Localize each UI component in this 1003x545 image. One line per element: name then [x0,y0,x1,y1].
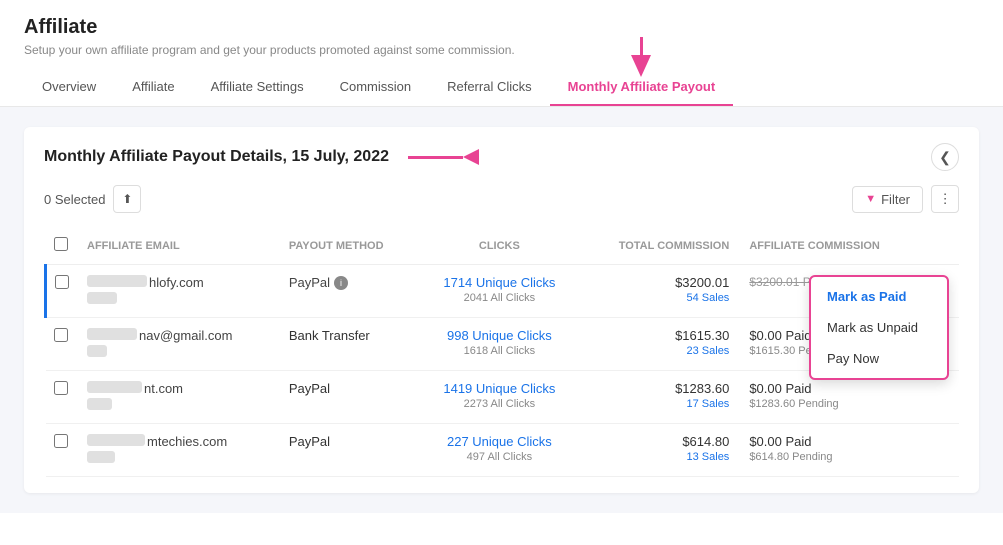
info-icon-1[interactable]: i [334,276,348,290]
more-button[interactable]: ⋮ [931,185,959,213]
method-cell-2: Bank Transfer [279,318,419,371]
email-cell-1: hlofy.com [77,265,279,318]
dropdown-item-mark-paid[interactable]: Mark as Paid [811,281,947,312]
commission-cell-4: $614.80 13 Sales [580,424,739,477]
aff-commission-cell-1: $3200.01 Paid Mark as Paid [739,265,959,318]
row-checkbox-2[interactable] [54,328,68,342]
clicks-cell-1: 1714 Unique Clicks 2041 All Clicks [419,265,580,318]
col-header-affiliate-commission: Affiliate Commission [739,227,959,265]
method-cell-3: PayPal [279,371,419,424]
tab-referral-clicks[interactable]: Referral Clicks [429,69,550,106]
select-all-checkbox[interactable] [54,237,68,251]
tab-overview[interactable]: Overview [24,69,114,106]
col-header-total-commission: Total Commission [580,227,739,265]
back-icon: ❮ [939,149,951,166]
table-row: hlofy.com PayPal i [46,265,960,318]
toolbar: 0 Selected ⬆ ▼ Filter ⋮ [44,185,959,213]
title-arrow-annotation [408,149,479,165]
filter-icon: ▼ [865,193,876,205]
email-cell-4: mtechies.com [77,424,279,477]
commission-cell-3: $1283.60 17 Sales [580,371,739,424]
tab-monthly-affiliate-payout[interactable]: Monthly Affiliate Payout [550,69,734,106]
filter-button[interactable]: ▼ Filter [852,186,923,213]
more-icon: ⋮ [938,191,951,207]
row-checkbox-4[interactable] [54,434,68,448]
commission-cell-1: $3200.01 54 Sales [580,265,739,318]
nav-tabs: Overview Affiliate Affiliate Settings Co… [24,69,979,106]
col-header-clicks: Clicks [419,227,580,265]
col-header-email: Affiliate Email [77,227,279,265]
method-cell-1: PayPal i [279,265,419,318]
tab-commission[interactable]: Commission [322,69,430,106]
row-checkbox-1[interactable] [55,275,69,289]
page-title: Affiliate [24,16,979,39]
card-title: Monthly Affiliate Payout Details, 15 Jul… [44,148,389,165]
dropdown-item-pay-now[interactable]: Pay Now [811,343,947,374]
col-header-method: Payout Method [279,227,419,265]
email-cell-3: nt.com [77,371,279,424]
tab-arrow-annotation [631,37,651,77]
dropdown-menu: Mark as Paid Mark as Unpaid Pay Now [809,275,949,380]
page-subtitle: Setup your own affiliate program and get… [24,43,979,57]
email-cell-2: nav@gmail.com [77,318,279,371]
table-row: mtechies.com PayPal 227 Unique Clicks [46,424,960,477]
dropdown-item-mark-unpaid[interactable]: Mark as Unpaid [811,312,947,343]
tab-affiliate-settings[interactable]: Affiliate Settings [193,69,322,106]
clicks-cell-4: 227 Unique Clicks 497 All Clicks [419,424,580,477]
tab-affiliate[interactable]: Affiliate [114,69,192,106]
export-icon: ⬆ [122,192,132,206]
clicks-cell-3: 1419 Unique Clicks 2273 All Clicks [419,371,580,424]
method-cell-4: PayPal [279,424,419,477]
clicks-cell-2: 998 Unique Clicks 1618 All Clicks [419,318,580,371]
commission-cell-2: $1615.30 23 Sales [580,318,739,371]
row-checkbox-3[interactable] [54,381,68,395]
aff-commission-cell-4: $0.00 Paid $614.80 Pending [739,424,959,477]
selected-count: 0 Selected [44,192,105,207]
export-button[interactable]: ⬆ [113,185,141,213]
back-button[interactable]: ❮ [931,143,959,171]
